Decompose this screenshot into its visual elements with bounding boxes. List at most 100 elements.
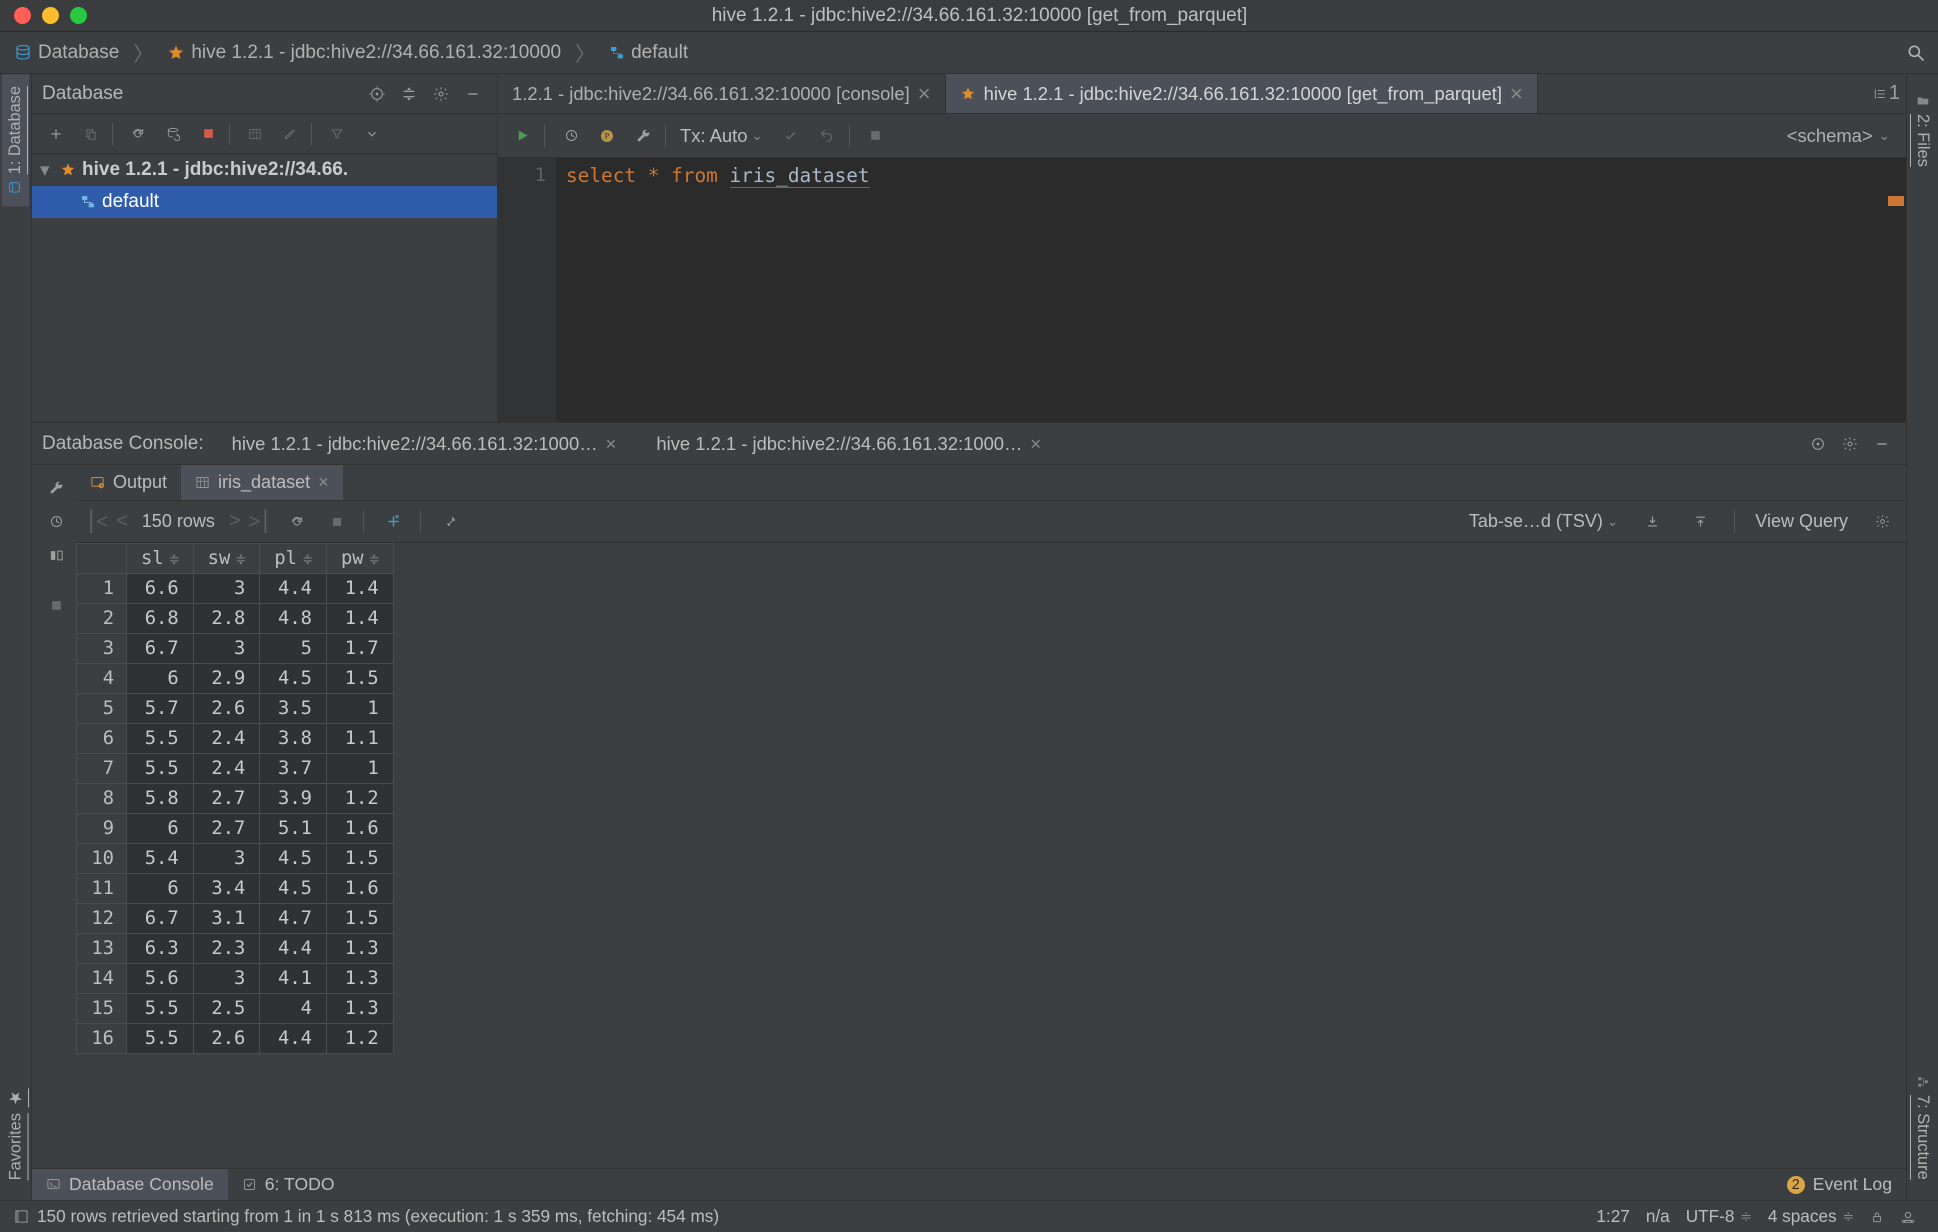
pin-icon[interactable] (437, 508, 465, 536)
refresh-icon[interactable] (283, 508, 311, 536)
table-icon[interactable] (241, 120, 269, 148)
gear-icon[interactable] (427, 80, 455, 108)
cancel-icon[interactable] (862, 122, 890, 150)
cell-value[interactable]: 6 (127, 874, 194, 904)
refresh-icon[interactable] (124, 120, 152, 148)
cell-value[interactable]: 2.6 (193, 1024, 260, 1054)
cell-value[interactable]: 4.8 (260, 604, 327, 634)
database-tool-tab[interactable]: 1: Database (2, 74, 29, 206)
encoding[interactable]: UTF-8 ≑ (1678, 1206, 1760, 1227)
column-header[interactable]: pl≑ (260, 544, 327, 574)
close-window-icon[interactable] (14, 7, 31, 24)
export-format[interactable]: Tab-se…d (TSV) ⌄ (1469, 511, 1618, 532)
structure-tool-tab[interactable]: 7: Structure (1909, 1063, 1936, 1192)
cell-value[interactable]: 1.6 (326, 874, 393, 904)
cell-value[interactable]: 5 (260, 634, 327, 664)
breadcrumb-root[interactable]: Database (8, 42, 125, 64)
console-tab-2[interactable]: hive 1.2.1 - jdbc:hive2://34.66.161.32:1… (646, 433, 1051, 455)
tree-datasource[interactable]: ▾ hive 1.2.1 - jdbc:hive2://34.66. (32, 154, 497, 186)
editor-tab-console[interactable]: 1.2.1 - jdbc:hive2://34.66.161.32:10000 … (498, 74, 946, 113)
table-row[interactable]: 65.52.43.81.1 (77, 724, 394, 754)
hide-toolwindows-icon[interactable] (14, 1209, 29, 1224)
more-icon[interactable] (358, 120, 386, 148)
editor-tab-get-from-parquet[interactable]: hive 1.2.1 - jdbc:hive2://34.66.161.32:1… (946, 74, 1538, 113)
download-icon[interactable] (1638, 508, 1666, 536)
cell-value[interactable]: 3.1 (193, 904, 260, 934)
breadcrumb-schema[interactable]: default (603, 42, 694, 64)
cell-value[interactable]: 3 (193, 634, 260, 664)
table-row[interactable]: 85.82.73.91.2 (77, 784, 394, 814)
wrench-icon[interactable] (629, 122, 657, 150)
cell-value[interactable]: 2.5 (193, 994, 260, 1024)
cell-value[interactable]: 6.8 (127, 604, 194, 634)
inspector-icon[interactable] (1892, 1209, 1924, 1225)
close-icon[interactable]: × (1510, 81, 1523, 107)
table-row[interactable]: 16.634.41.4 (77, 574, 394, 604)
indent[interactable]: 4 spaces ≑ (1760, 1206, 1862, 1227)
cell-value[interactable]: 4.5 (260, 844, 327, 874)
cell-value[interactable]: 3.7 (260, 754, 327, 784)
first-page-icon[interactable]: ⎮< (86, 509, 108, 534)
lock-icon[interactable] (1862, 1210, 1892, 1224)
cell-value[interactable]: 5.7 (127, 694, 194, 724)
line-sep[interactable]: n/a (1638, 1206, 1678, 1227)
column-header[interactable]: pw≑ (326, 544, 393, 574)
stop-icon[interactable] (42, 591, 70, 619)
cell-value[interactable]: 3.9 (260, 784, 327, 814)
cell-value[interactable]: 6 (127, 814, 194, 844)
cell-value[interactable]: 4.1 (260, 964, 327, 994)
table-row[interactable]: 165.52.64.41.2 (77, 1024, 394, 1054)
next-page-icon[interactable]: > (229, 510, 241, 533)
cell-value[interactable]: 1.6 (326, 814, 393, 844)
view-query-button[interactable]: View Query (1755, 511, 1848, 532)
stop-icon[interactable] (323, 508, 351, 536)
cell-value[interactable]: 4.7 (260, 904, 327, 934)
cell-value[interactable]: 5.6 (127, 964, 194, 994)
history-icon[interactable] (557, 122, 585, 150)
close-icon[interactable]: × (606, 433, 617, 455)
sync-icon[interactable] (159, 120, 187, 148)
event-log-tool[interactable]: 2 Event Log (1773, 1169, 1906, 1200)
table-row[interactable]: 145.634.11.3 (77, 964, 394, 994)
target-icon[interactable] (363, 80, 391, 108)
cell-value[interactable]: 1.5 (326, 844, 393, 874)
cell-value[interactable]: 3.5 (260, 694, 327, 724)
minimize-icon[interactable] (1868, 430, 1896, 458)
cell-value[interactable]: 6.6 (127, 574, 194, 604)
cell-value[interactable]: 4.5 (260, 664, 327, 694)
favorites-tool-tab[interactable]: Favorites ★ (2, 1076, 30, 1192)
close-icon[interactable]: × (318, 472, 329, 493)
minimize-window-icon[interactable] (42, 7, 59, 24)
sql-code[interactable]: select * from iris_dataset (556, 158, 880, 422)
cell-value[interactable]: 3.8 (260, 724, 327, 754)
cell-value[interactable]: 1.1 (326, 724, 393, 754)
cell-value[interactable]: 3.4 (193, 874, 260, 904)
explain-plan-icon[interactable]: P (593, 122, 621, 150)
database-console-tool[interactable]: Database Console (32, 1169, 228, 1200)
cell-value[interactable]: 2.3 (193, 934, 260, 964)
table-row[interactable]: 155.52.541.3 (77, 994, 394, 1024)
cell-value[interactable]: 5.5 (127, 1024, 194, 1054)
cell-value[interactable]: 6.7 (127, 904, 194, 934)
history-icon[interactable] (42, 507, 70, 535)
cell-value[interactable]: 2.7 (193, 784, 260, 814)
tx-mode[interactable]: Tx: Auto ⌄ (674, 125, 769, 147)
edit-icon[interactable] (276, 120, 304, 148)
gear-icon[interactable] (1836, 430, 1864, 458)
upload-icon[interactable] (1686, 508, 1714, 536)
minimize-icon[interactable] (459, 80, 487, 108)
table-row[interactable]: 105.434.51.5 (77, 844, 394, 874)
cell-value[interactable]: 1 (326, 694, 393, 724)
cell-value[interactable]: 1.2 (326, 784, 393, 814)
commit-icon[interactable] (777, 122, 805, 150)
target-icon[interactable] (1804, 430, 1832, 458)
cell-value[interactable]: 1.7 (326, 634, 393, 664)
members-icon[interactable]: 1 (1873, 82, 1900, 105)
cell-value[interactable]: 1.5 (326, 664, 393, 694)
cell-value[interactable]: 1 (326, 754, 393, 784)
zoom-window-icon[interactable] (70, 7, 87, 24)
cell-value[interactable]: 5.8 (127, 784, 194, 814)
table-row[interactable]: 55.72.63.51 (77, 694, 394, 724)
table-row[interactable]: 36.7351.7 (77, 634, 394, 664)
rollback-icon[interactable] (813, 122, 841, 150)
